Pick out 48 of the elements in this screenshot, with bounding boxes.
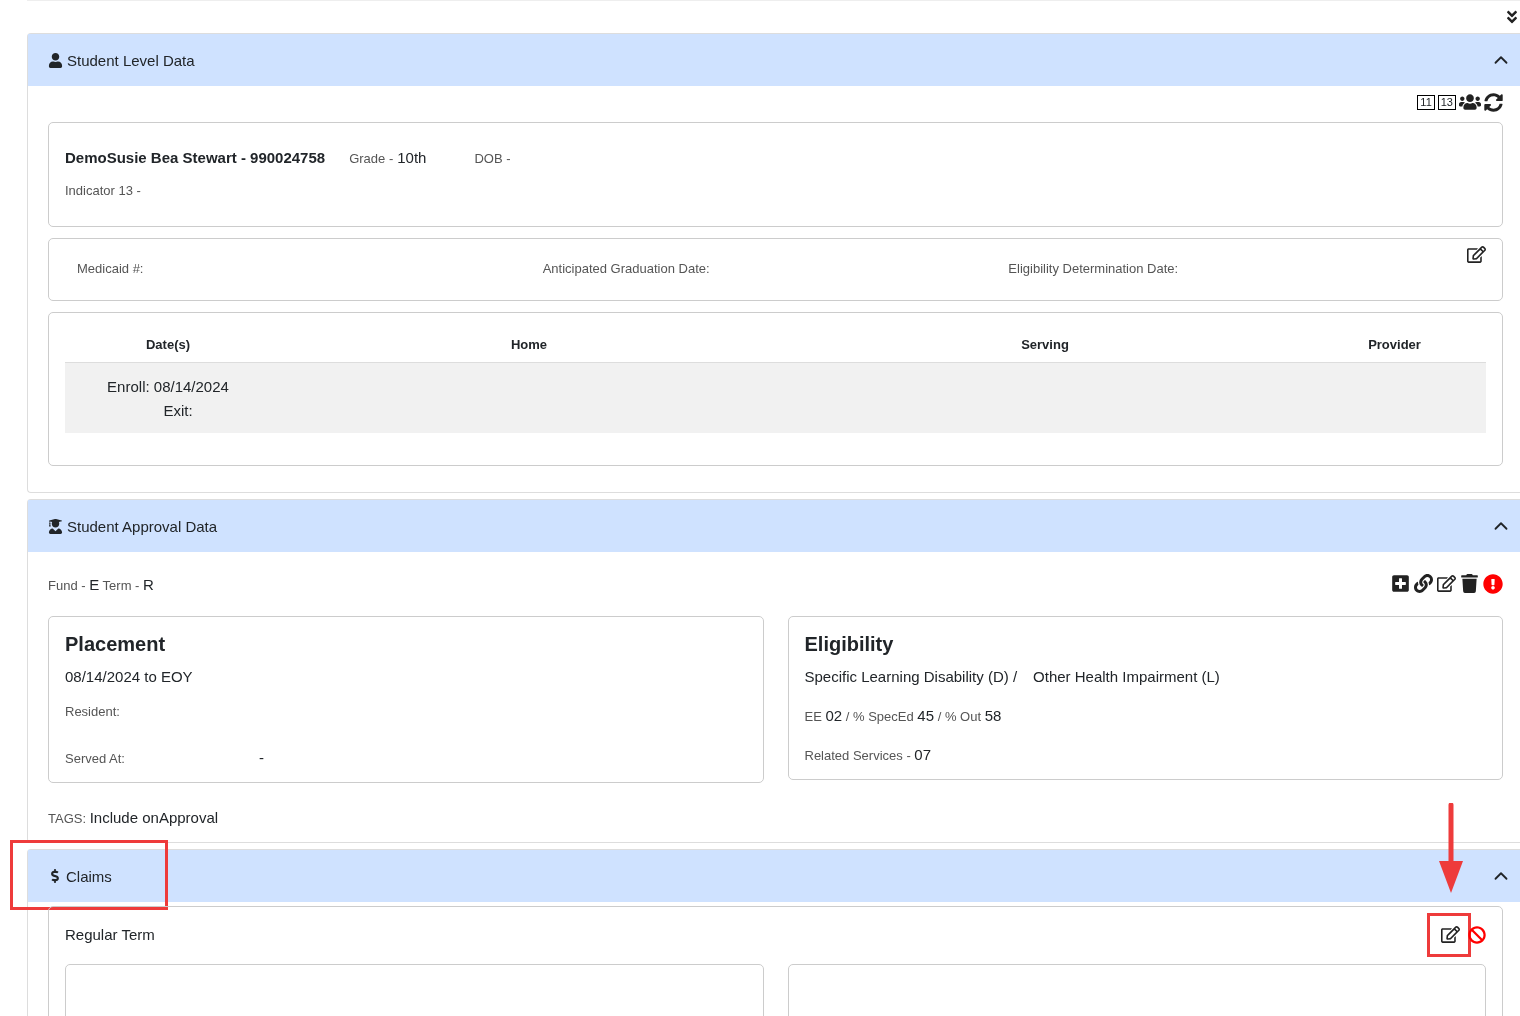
panel-header[interactable]: Claims [28,850,1520,902]
users-icon[interactable] [1459,91,1481,113]
panel-title: Claims [66,867,113,885]
detail-label: Anticipated Graduation Date: [542,261,711,276]
number-box[interactable]: 13 [1437,94,1456,110]
dollar-icon [48,869,62,883]
ban-icon[interactable] [1468,925,1486,944]
student-name: DemoSusie Bea Stewart - 990024758 [65,149,326,166]
served-value: - [259,749,264,766]
trash-icon[interactable] [1460,574,1479,594]
indicator-label: Indicator 13 - [65,183,141,198]
related-services-text: Related Services - 07 [804,746,933,763]
card-title: Eligibility [804,633,895,656]
term-label: Regular Term [65,926,155,943]
graduate-icon [48,518,63,534]
fund-term-text: Fund - E Term - R [48,575,154,593]
table-cell: Enroll: 08/14/2024 Exit: [65,362,271,433]
panel-header[interactable]: Student Level Data [28,34,1520,86]
tags-text: TAGS: Include onApproval [48,809,220,826]
link-icon[interactable] [1414,574,1433,594]
detail-label: Medicaid #: [77,261,145,276]
detail-label: Eligibility Determination Date: [1008,261,1180,276]
panel-title: Student Level Data [67,51,196,69]
column-header: Date(s) [65,321,271,363]
grade-value: 10th [397,149,427,166]
card-title: Placement [65,633,167,656]
user-icon [48,52,63,68]
alert-icon[interactable] [1483,574,1503,594]
disability-text: Other Health Impairment (L) [1033,668,1220,685]
add-icon[interactable] [1391,574,1410,594]
percent-text: EE 02 / % SpecEd 45 / % Out 58 [804,707,1003,724]
edit-icon[interactable] [1441,925,1460,944]
grade-label: Grade - [349,151,394,166]
collapse-all-icon[interactable] [1504,9,1520,25]
served-label: Served At: [65,751,126,766]
column-header: Serving [787,321,1303,363]
panel-header[interactable]: Student Approval Data [28,500,1520,552]
edit-icon[interactable] [1437,574,1456,594]
placement-dates: 08/14/2024 to EOY [65,668,194,685]
edit-icon[interactable] [1467,245,1486,264]
column-header: Provider [1303,321,1486,363]
dob-label: DOB - [474,151,511,166]
number-box[interactable]: 11 [1417,94,1435,110]
panel-title: Student Approval Data [67,517,219,535]
refresh-icon[interactable] [1484,92,1503,112]
resident-label: Resident: [65,704,120,719]
column-header: Home [271,321,787,363]
disability-text: Specific Learning Disability (D) / [804,668,1018,685]
